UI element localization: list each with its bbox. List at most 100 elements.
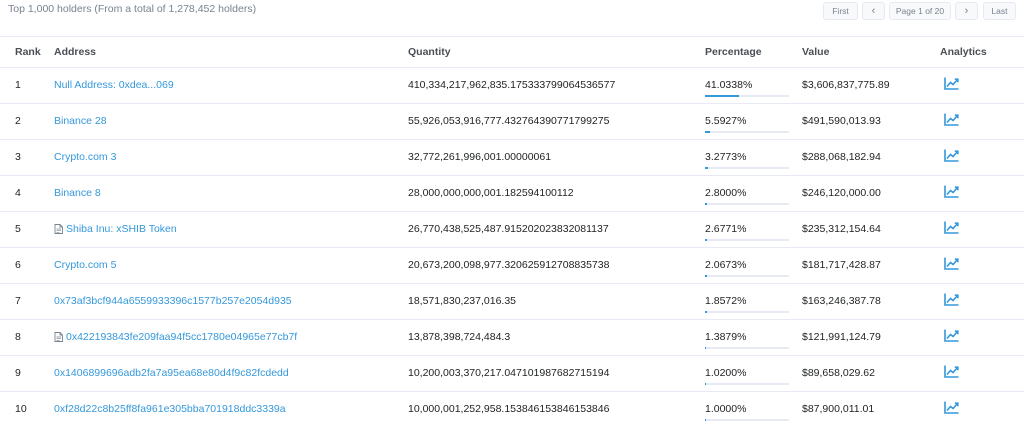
chart-icon: [944, 401, 959, 414]
address-text: Crypto.com 5: [54, 259, 117, 271]
chart-icon: [944, 113, 959, 126]
address-text: Binance 8: [54, 187, 101, 199]
address-link[interactable]: Binance 28: [54, 115, 107, 127]
address-link[interactable]: 0x73af3bcf944a6559933396c1577b257e2054d9…: [54, 295, 292, 307]
value-cell: $87,900,011.01: [802, 403, 875, 415]
chart-icon: [944, 329, 959, 342]
value-cell: $181,717,428.87: [802, 259, 881, 271]
percentage-bar: [705, 275, 789, 277]
table-row: 9 0x1406899696adb2fa7a95ea68e80d4f9c82fc…: [0, 356, 1024, 392]
table-row: 7 0x73af3bcf944a6559933396c1577b257e2054…: [0, 284, 1024, 320]
table-row: 10 0xf28d22c8b25ff8fa961e305bba701918ddc…: [0, 392, 1024, 421]
address-text: 0xf28d22c8b25ff8fa961e305bba701918ddc333…: [54, 403, 286, 415]
analytics-button[interactable]: [944, 257, 959, 273]
analytics-button[interactable]: [944, 185, 959, 201]
address-text: 0x73af3bcf944a6559933396c1577b257e2054d9…: [54, 295, 292, 307]
address-text: Crypto.com 3: [54, 151, 117, 163]
chart-icon: [944, 77, 959, 90]
address-text: 0x422193843fe209faa94f5cc1780e04965e77cb…: [66, 331, 298, 343]
percentage-bar: [705, 167, 789, 169]
analytics-button[interactable]: [944, 113, 959, 129]
address-link[interactable]: Shiba Inu: xSHIB Token: [54, 223, 177, 235]
quantity-cell: 55,926,053,916,777.432764390771799275: [408, 115, 610, 127]
address-link[interactable]: Crypto.com 5: [54, 259, 116, 271]
analytics-button[interactable]: [944, 77, 959, 93]
column-header-value: Value: [802, 46, 830, 58]
page-indicator: Page 1 of 20: [889, 2, 951, 20]
analytics-button[interactable]: [944, 293, 959, 309]
address-link[interactable]: 0xf28d22c8b25ff8fa961e305bba701918ddc333…: [54, 403, 286, 415]
percentage-cell: 3.2773%: [705, 151, 747, 163]
percentage-cell: 41.0338%: [705, 79, 753, 91]
address-link[interactable]: 0x422193843fe209faa94f5cc1780e04965e77cb…: [54, 331, 297, 343]
quantity-cell: 28,000,000,000,001.182594100112: [408, 187, 574, 199]
address-link[interactable]: 0x1406899696adb2fa7a95ea68e80d4f9c82fcde…: [54, 367, 289, 379]
percentage-cell: 1.3879%: [705, 331, 747, 343]
quantity-cell: 10,000,001,252,958.153846153846153846: [408, 403, 610, 415]
first-page-button[interactable]: First: [823, 2, 858, 20]
chart-icon: [944, 221, 959, 234]
previous-page-button[interactable]: ‹: [862, 2, 885, 20]
analytics-button[interactable]: [944, 401, 959, 417]
quantity-cell: 26,770,438,525,487.915202023832081137: [408, 223, 609, 235]
value-cell: $3,606,837,775.89: [802, 79, 890, 91]
percentage-bar-fill: [705, 383, 706, 385]
next-page-button[interactable]: ›: [955, 2, 978, 20]
analytics-button[interactable]: [944, 365, 959, 381]
percentage-bar: [705, 347, 789, 349]
address-text: Binance 28: [54, 115, 107, 127]
column-header-analytics: Analytics: [940, 46, 987, 58]
percentage-cell: 1.0200%: [705, 367, 747, 379]
column-header-percentage: Percentage: [705, 46, 762, 58]
address-link[interactable]: Binance 8: [54, 187, 101, 199]
table-row: 6 Crypto.com 5 20,673,200,098,977.320625…: [0, 248, 1024, 284]
rank-cell: 5: [15, 223, 21, 235]
table-row: 3 Crypto.com 3 32,772,261,996,001.000000…: [0, 140, 1024, 176]
address-link[interactable]: Crypto.com 3: [54, 151, 116, 163]
holders-table: Rank Address Quantity Percentage Value A…: [0, 36, 1024, 421]
quantity-cell: 13,878,398,724,484.3: [408, 331, 511, 343]
address-text: Shiba Inu: xSHIB Token: [66, 223, 177, 235]
address-link[interactable]: Null Address: 0xdea...069: [54, 79, 174, 91]
holders-summary: Top 1,000 holders (From a total of 1,278…: [8, 3, 257, 15]
percentage-bar-fill: [705, 131, 710, 133]
percentage-bar-fill: [705, 311, 707, 313]
percentage-bar: [705, 95, 789, 97]
rank-cell: 2: [15, 115, 21, 127]
value-cell: $121,991,124.79: [802, 331, 881, 343]
percentage-bar-fill: [705, 347, 707, 349]
last-page-button[interactable]: Last: [983, 2, 1016, 20]
column-header-address: Address: [54, 46, 97, 58]
percentage-bar-fill: [705, 239, 708, 241]
percentage-bar: [705, 311, 789, 313]
analytics-button[interactable]: [944, 149, 959, 165]
quantity-cell: 20,673,200,098,977.320625912708835738: [408, 259, 610, 271]
value-cell: $235,312,154.64: [802, 223, 881, 235]
quantity-cell: 18,571,830,237,016.35: [408, 295, 517, 307]
percentage-cell: 2.6771%: [705, 223, 747, 235]
percentage-cell: 2.8000%: [705, 187, 747, 199]
rank-cell: 6: [15, 259, 21, 271]
rank-cell: 4: [15, 187, 21, 199]
analytics-button[interactable]: [944, 329, 959, 345]
table-row: 5 Shiba Inu: xSHIB Token 26,770,438,525,…: [0, 212, 1024, 248]
percentage-bar-fill: [705, 203, 708, 205]
value-cell: $163,246,387.78: [802, 295, 881, 307]
percentage-bar: [705, 203, 789, 205]
value-cell: $288,068,182.94: [802, 151, 881, 163]
percentage-cell: 2.0673%: [705, 259, 747, 271]
quantity-cell: 410,334,217,962,835.175333799064536577: [408, 79, 616, 91]
table-row: 2 Binance 28 55,926,053,916,777.43276439…: [0, 104, 1024, 140]
chart-icon: [944, 365, 959, 378]
percentage-bar-fill: [705, 275, 707, 277]
rank-cell: 3: [15, 151, 21, 163]
rank-cell: 8: [15, 331, 21, 343]
percentage-bar-fill: [705, 95, 740, 97]
address-text: Null Address: 0xdea...069: [54, 79, 174, 91]
rank-cell: 10: [15, 403, 27, 415]
top-bar: Top 1,000 holders (From a total of 1,278…: [0, 0, 1024, 24]
table-body: 1 Null Address: 0xdea...069 410,334,217,…: [0, 68, 1024, 421]
value-cell: $491,590,013.93: [802, 115, 881, 127]
analytics-button[interactable]: [944, 221, 959, 237]
column-header-rank: Rank: [15, 46, 41, 58]
